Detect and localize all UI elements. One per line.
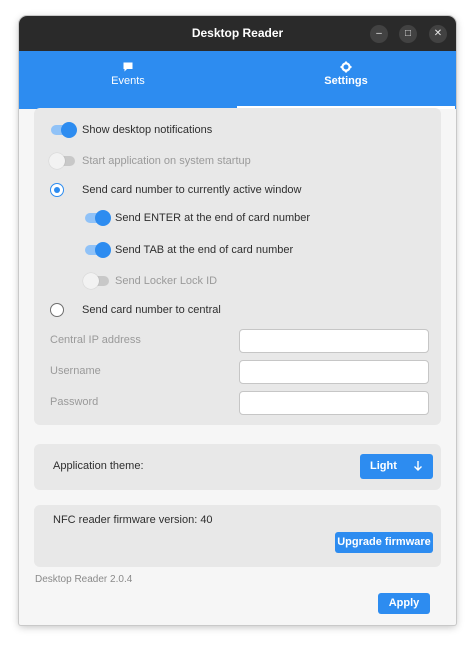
send-tab-toggle[interactable] bbox=[85, 242, 111, 258]
central-ip-input[interactable] bbox=[239, 329, 429, 353]
maximize-button[interactable]: □ bbox=[399, 25, 417, 43]
close-button[interactable]: ✕ bbox=[429, 25, 447, 43]
close-icon: ✕ bbox=[433, 28, 443, 39]
show-notifications-row[interactable]: Show desktop notifications bbox=[49, 122, 429, 138]
apply-button[interactable]: Apply bbox=[378, 593, 430, 614]
connection-settings-card: Show desktop notifications Start applica… bbox=[34, 108, 441, 425]
theme-card: Application theme: Light bbox=[34, 444, 441, 490]
show-notifications-label: Show desktop notifications bbox=[82, 124, 213, 136]
tab-settings[interactable]: Settings bbox=[237, 51, 455, 109]
mode-central-row[interactable]: Send card number to central bbox=[49, 302, 429, 318]
send-locker-toggle bbox=[83, 273, 109, 289]
maximize-icon: □ bbox=[404, 28, 412, 39]
firmware-card: NFC reader firmware version: 40 Upgrade … bbox=[34, 505, 441, 567]
show-notifications-toggle[interactable] bbox=[51, 122, 77, 138]
username-label: Username bbox=[50, 365, 101, 377]
arrow-down-icon bbox=[413, 460, 423, 472]
app-version: Desktop Reader 2.0.4 bbox=[35, 574, 133, 585]
send-enter-row[interactable]: Send ENTER at the end of card number bbox=[49, 210, 429, 226]
title-bar[interactable]: Desktop Reader – □ ✕ bbox=[19, 16, 456, 51]
send-enter-toggle[interactable] bbox=[85, 210, 111, 226]
startup-label: Start application on system startup bbox=[82, 155, 251, 167]
password-label: Password bbox=[50, 396, 99, 408]
firmware-version-label: NFC reader firmware version: 40 bbox=[53, 514, 213, 526]
startup-toggle bbox=[49, 153, 75, 169]
tab-events-label: Events bbox=[111, 75, 145, 87]
theme-label: Application theme: bbox=[53, 460, 144, 472]
minimize-icon: – bbox=[376, 28, 382, 39]
mode-active-window-label: Send card number to currently active win… bbox=[82, 184, 302, 196]
tab-bar: Events Settings bbox=[19, 51, 456, 109]
send-enter-label: Send ENTER at the end of card number bbox=[115, 212, 311, 224]
chat-bubble-icon bbox=[19, 61, 237, 73]
app-window: Desktop Reader – □ ✕ Events Settings Sho… bbox=[19, 16, 456, 625]
send-tab-label: Send TAB at the end of card number bbox=[115, 244, 294, 256]
mode-active-window-row[interactable]: Send card number to currently active win… bbox=[49, 182, 429, 198]
minimize-button[interactable]: – bbox=[370, 25, 388, 43]
send-tab-row[interactable]: Send TAB at the end of card number bbox=[49, 242, 429, 258]
send-locker-label: Send Locker Lock ID bbox=[115, 275, 218, 287]
theme-selected-value: Light bbox=[370, 460, 397, 472]
send-locker-row: Send Locker Lock ID bbox=[49, 273, 429, 289]
password-input[interactable] bbox=[239, 391, 429, 415]
tab-settings-label: Settings bbox=[324, 75, 368, 87]
username-input[interactable] bbox=[239, 360, 429, 384]
startup-row: Start application on system startup bbox=[49, 153, 429, 169]
theme-select[interactable]: Light bbox=[360, 454, 433, 479]
window-title: Desktop Reader bbox=[191, 26, 284, 40]
tab-events[interactable]: Events bbox=[19, 51, 237, 109]
mode-central-radio[interactable] bbox=[50, 303, 64, 317]
upgrade-firmware-button[interactable]: Upgrade firmware bbox=[335, 532, 433, 553]
central-ip-label: Central IP address bbox=[50, 334, 141, 346]
mode-active-window-radio[interactable] bbox=[50, 183, 64, 197]
mode-central-label: Send card number to central bbox=[82, 304, 221, 316]
gear-icon bbox=[237, 61, 455, 73]
